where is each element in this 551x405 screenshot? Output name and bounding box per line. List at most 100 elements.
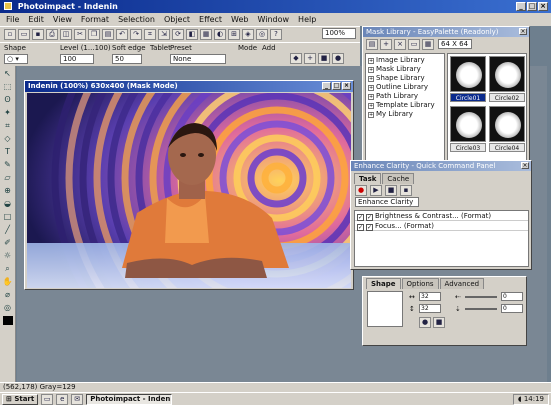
library-folder-icon[interactable]: ▭ [408,39,420,50]
menu-selection[interactable]: Selection [118,15,155,24]
menu-view[interactable]: View [53,15,72,24]
resize-icon[interactable]: ⇲ [158,29,170,40]
undo-icon[interactable]: ↶ [116,29,128,40]
save-icon[interactable]: ▪ [32,29,44,40]
crop-icon[interactable]: ⌗ [144,29,156,40]
library-add-icon[interactable]: + [380,39,392,50]
volume-icon[interactable]: ◖ [518,395,522,403]
tab-cache[interactable]: Cache [382,173,415,184]
x-offset-input[interactable]: 0 [501,292,523,301]
copy-icon[interactable]: ❐ [88,29,100,40]
cut-icon[interactable]: ✂ [74,29,86,40]
menu-file[interactable]: File [6,15,19,24]
record-icon[interactable]: ● [355,185,367,196]
scan-icon[interactable]: ◫ [60,29,72,40]
retouch-tool-icon[interactable]: ☼ [2,251,13,261]
color-icon[interactable]: ◈ [242,29,254,40]
help-icon[interactable]: ? [270,29,282,40]
pick-tool-icon[interactable]: ↖ [2,69,13,79]
grid-icon[interactable]: ▦ [200,29,212,40]
width-input[interactable]: 32 [419,292,441,301]
print-icon[interactable]: ⎙ [46,29,58,40]
tree-item[interactable]: + My Library [368,110,442,119]
square-icon[interactable]: ■ [318,53,330,64]
tree-item[interactable]: + Shape Library [368,74,442,83]
tree-item[interactable]: + Mask Library [368,65,442,74]
image-canvas[interactable] [27,93,351,288]
close-button[interactable]: × [538,2,548,11]
mask-thumbnail[interactable] [450,106,486,142]
command-row[interactable]: ✓ ✓ Focus... (Format) [355,221,528,231]
tab-advanced[interactable]: Advanced [439,278,485,289]
library-delete-icon[interactable]: × [394,39,406,50]
line-tool-icon[interactable]: ╱ [2,225,13,235]
layer-icon[interactable]: ◧ [186,29,198,40]
lasso-tool-icon[interactable]: ʘ [2,95,13,105]
height-input[interactable]: 32 [419,304,441,313]
library-menu-icon[interactable]: ▤ [366,39,378,50]
start-button[interactable]: ⊞ Start [2,393,39,405]
menu-object[interactable]: Object [164,15,190,24]
task-select[interactable]: Enhance Clarity [355,197,419,207]
shape-type-icon[interactable]: ● [419,317,431,328]
thumbnail-size-select[interactable]: 64 X 64 [438,39,472,49]
menu-format[interactable]: Format [81,15,109,24]
shape-tool-icon[interactable]: □ [2,212,13,222]
clone-tool-icon[interactable]: ⊕ [2,186,13,196]
select-tool-icon[interactable]: ⬚ [2,82,13,92]
play-icon[interactable]: ▶ [370,185,382,196]
zoom-field[interactable]: 100% [322,28,356,39]
mask-thumbnail[interactable] [450,56,486,92]
shape-select[interactable]: ○ ▾ [4,54,28,64]
open-icon[interactable]: ▭ [18,29,30,40]
eraser-tool-icon[interactable]: ▱ [2,173,13,183]
library-view-icon[interactable]: ▦ [422,39,434,50]
brush-tool-icon[interactable]: ✎ [2,160,13,170]
text-tool-icon[interactable]: T [2,147,13,157]
tab-options[interactable]: Options [401,278,439,289]
level-input[interactable]: 100 [60,54,94,64]
library-close-button[interactable]: × [519,28,527,35]
add-icon[interactable]: + [304,53,316,64]
hand-tool-icon[interactable]: ✋ [2,277,13,287]
mask-thumbnail[interactable] [489,106,525,142]
color-swatch[interactable] [2,316,13,325]
ruler-icon[interactable]: ⊞ [228,29,240,40]
tree-item[interactable]: + Image Library [368,56,442,65]
tab-task[interactable]: Task [354,173,382,184]
circle-icon[interactable]: ● [332,53,344,64]
fill-tool-icon[interactable]: ◒ [2,199,13,209]
minimize-button[interactable]: _ [516,2,526,11]
menu-web[interactable]: Web [231,15,248,24]
transform-tool-icon[interactable]: ◇ [2,134,13,144]
menu-effect[interactable]: Effect [199,15,222,24]
new-icon[interactable]: ▫ [4,29,16,40]
menu-window[interactable]: Window [258,15,290,24]
browser-icon[interactable]: e [56,393,69,405]
path-tool-icon[interactable]: ✐ [2,238,13,248]
taskbar-app[interactable]: Photoimpact - Indenin [86,393,173,405]
rotate-icon[interactable]: ⟳ [172,29,184,40]
menu-help[interactable]: Help [298,15,316,24]
menu-edit[interactable]: Edit [28,15,44,24]
web-tool-icon[interactable]: ◎ [2,303,13,313]
y-offset-input[interactable]: 0 [501,304,523,313]
tree-item[interactable]: + Template Library [368,101,442,110]
zoom-tool-icon[interactable]: ⌕ [2,264,13,274]
wand-tool-icon[interactable]: ✦ [2,108,13,118]
paste-icon[interactable]: ▤ [102,29,114,40]
mode-icon[interactable]: ◆ [290,53,302,64]
desktop-icon[interactable]: ▭ [41,393,54,405]
maximize-button[interactable]: □ [527,2,537,11]
quick-command-close-button[interactable]: × [521,162,529,169]
shape-color-icon[interactable]: ■ [433,317,445,328]
redo-icon[interactable]: ↷ [130,29,142,40]
tab-shape[interactable]: Shape [366,278,401,289]
eyedropper-tool-icon[interactable]: ⌀ [2,290,13,300]
mask-icon[interactable]: ◐ [214,29,226,40]
preset-select[interactable]: None [170,54,226,64]
stop-icon[interactable]: ■ [385,185,397,196]
tree-item[interactable]: + Path Library [368,92,442,101]
mail-icon[interactable]: ✉ [71,393,84,405]
command-row[interactable]: ✓ ✓ Brightness & Contrast... (Format) [355,211,528,221]
